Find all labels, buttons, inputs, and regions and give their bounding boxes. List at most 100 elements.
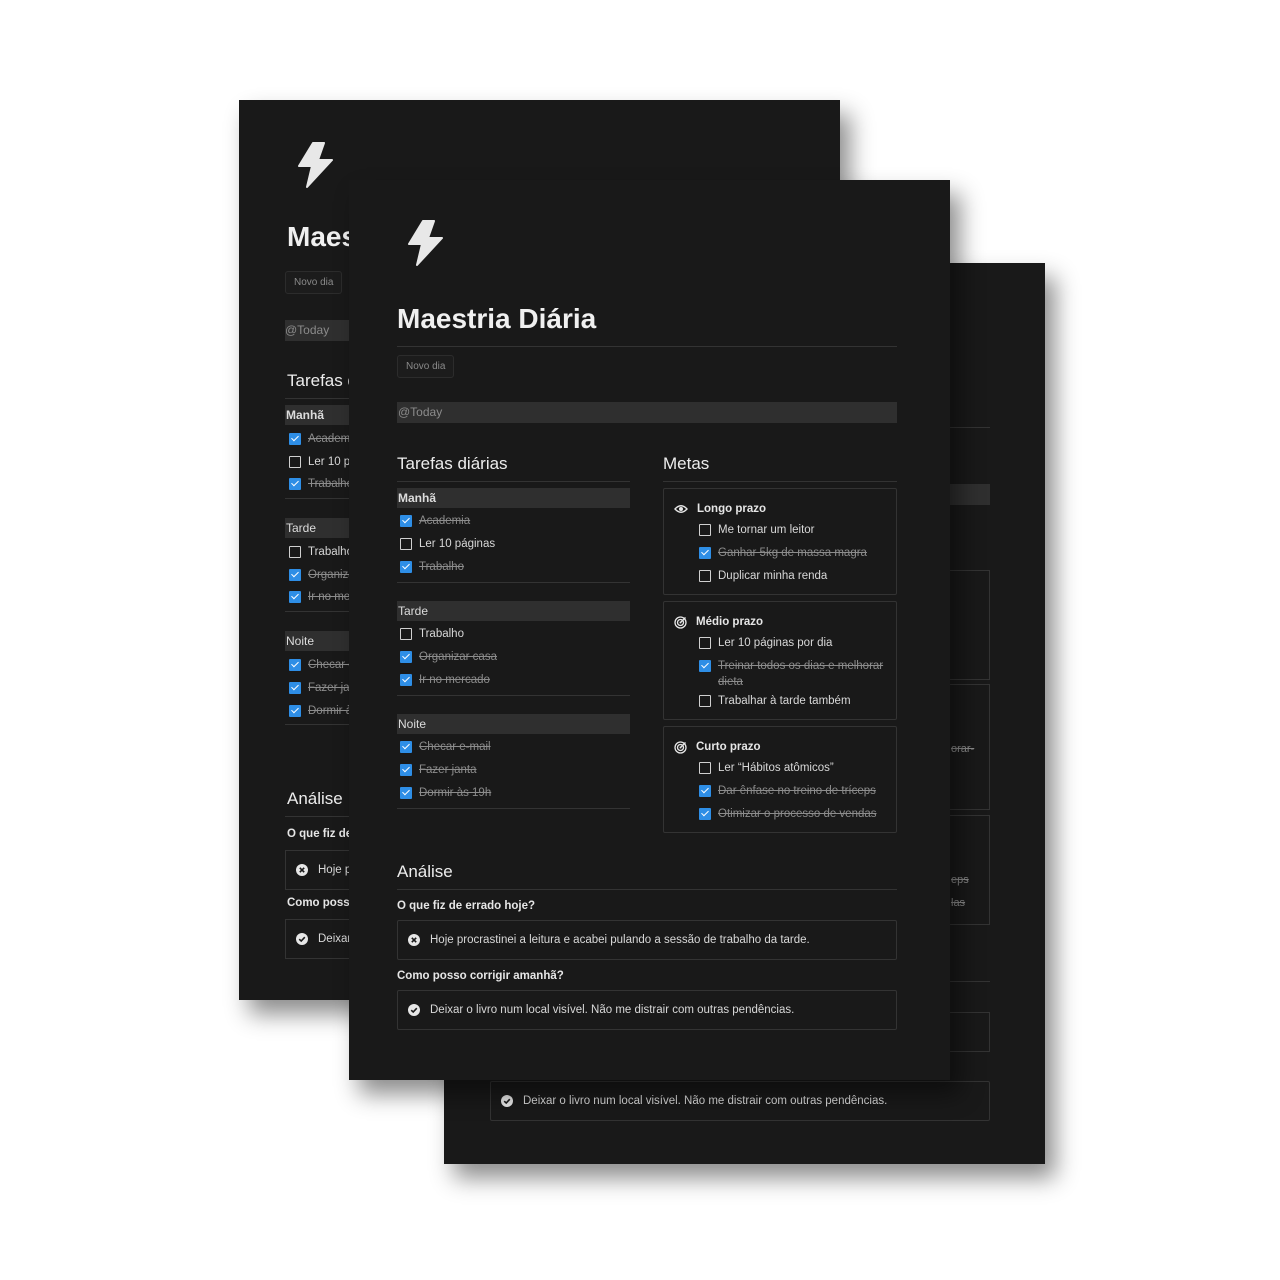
task-item[interactable]: Dormir às 19h (397, 781, 630, 804)
question-label: Como posso (287, 897, 357, 909)
goal-item[interactable]: Treinar todos os dias e melhorar dieta (674, 655, 886, 690)
goal-section-header: Médio prazo (674, 612, 886, 632)
daily-tasks-column: Tarefas diárias Manhã Academia Ler 10 pági… (397, 453, 630, 833)
answer-box[interactable]: Hoje procrastinei a leitura e acabei pul… (397, 920, 897, 960)
goal-section: Curto prazo Ler “Hábitos atômicos” Dar ênf… (663, 726, 897, 833)
task-item[interactable]: Trabalho (397, 555, 630, 578)
checkbox[interactable] (699, 695, 711, 707)
group-header: Noite (285, 631, 355, 651)
checkbox[interactable] (400, 514, 412, 527)
goal-label: Otimizar o processo de vendas (718, 808, 877, 820)
answer-box[interactable]: Deixar o livro num local visível. Não me… (397, 990, 897, 1030)
task-item[interactable]: Organiza (286, 563, 355, 586)
goal-item[interactable]: Ganhar 5kg de massa magra (674, 542, 886, 565)
section-heading-tasks: Tarefas diárias (397, 453, 630, 482)
group-header: Noite (397, 714, 630, 734)
task-label: Trabalho (419, 560, 464, 573)
checkbox[interactable] (699, 808, 711, 820)
divider (285, 816, 355, 817)
goal-item[interactable]: Ler “Hábitos atômicos” (674, 757, 886, 780)
task-item[interactable]: Trabalho (286, 472, 353, 495)
x-circle-icon (408, 934, 420, 946)
new-day-button[interactable]: Novo dia (397, 355, 455, 378)
goal-item[interactable]: Dar ênfase no treino de tríceps (674, 780, 886, 803)
task-item[interactable]: Fazer jan (286, 676, 356, 699)
task-item[interactable]: Ir no mercado (397, 668, 630, 691)
checkbox[interactable] (400, 627, 412, 640)
answer-text: Deixar o livro num local visível. Não me… (430, 1004, 795, 1016)
section-heading: Análise (287, 789, 343, 808)
group-header: Manhã (285, 405, 355, 425)
checkbox[interactable] (699, 524, 711, 536)
checkbox[interactable] (699, 637, 711, 649)
goal-label: Ler 10 páginas por dia (718, 637, 833, 649)
divider (397, 695, 630, 696)
goal-text-fragment: orar- (951, 743, 975, 755)
task-item[interactable]: Trabalho (286, 540, 353, 563)
goal-label: Ganhar 5kg de massa magra (718, 547, 867, 559)
goal-section: Longo prazo Me tornar um leitor Ganhar 5kg… (663, 488, 897, 595)
task-item[interactable]: Fazer janta (397, 758, 630, 781)
section-heading: Tarefas d (287, 371, 357, 390)
check-circle-icon (501, 1095, 513, 1107)
task-item[interactable]: Organizar casa (397, 645, 630, 668)
task-item[interactable]: Trabalho (397, 622, 630, 645)
checkbox[interactable] (699, 762, 711, 774)
divider (285, 398, 355, 399)
checkbox[interactable] (400, 763, 412, 776)
task-group: Tarde Trabalho Organizar casa Ir no mercado (397, 601, 630, 696)
task-label: Academia (419, 514, 471, 527)
page-card-front: Maestria Diária Novo dia @Today Tarefas … (349, 180, 950, 1080)
task-item[interactable]: Checar e-mail (397, 735, 630, 758)
section-heading-analysis: Análise (397, 861, 897, 890)
lightning-bolt-icon (298, 142, 333, 188)
answer-box-fragment (949, 1012, 990, 1052)
task-item[interactable]: Dormir à (286, 699, 352, 722)
task-item[interactable]: Ler 10 pá (286, 450, 357, 473)
task-label: Dormir às 19h (419, 786, 492, 799)
checkbox[interactable] (400, 537, 412, 550)
goal-label: Treinar todos os dias e melhorar dieta (718, 660, 884, 688)
checkbox[interactable] (400, 673, 412, 686)
task-label: Checar e-mail (419, 740, 491, 753)
answer-text: Hoje procrastinei a leitura e acabei pul… (430, 934, 810, 946)
checkbox[interactable] (699, 660, 711, 672)
task-item[interactable]: Academi (286, 427, 353, 450)
checkbox[interactable] (699, 785, 711, 797)
task-item[interactable]: Academia (397, 509, 630, 532)
goal-label: Trabalhar à tarde também (718, 695, 851, 707)
question-label: O que fiz de errado hoje? (397, 900, 536, 912)
task-item[interactable]: Checar e (286, 653, 355, 676)
goal-item[interactable]: Duplicar minha renda (674, 565, 886, 588)
goal-item[interactable]: Otimizar o processo de vendas (674, 803, 886, 826)
task-groups: Manhã Academia Ler 10 páginas Trabalho Tarde… (397, 488, 630, 809)
task-item[interactable]: Ir no me (286, 585, 350, 608)
new-day-button[interactable]: Novo dia (285, 271, 343, 294)
task-label: Ler 10 páginas (419, 537, 496, 550)
task-item[interactable]: Ler 10 páginas (397, 532, 630, 555)
checkbox[interactable] (699, 547, 711, 559)
checkbox[interactable] (699, 570, 711, 582)
goals-column: Metas Longo prazo Me tornar um leitor Ganh… (663, 453, 897, 833)
target-icon (674, 740, 687, 754)
section-heading-goals: Metas (663, 453, 897, 482)
checkbox[interactable] (400, 740, 412, 753)
lightning-bolt-icon (408, 220, 443, 266)
checkbox[interactable] (400, 650, 412, 663)
target-icon (674, 615, 687, 629)
checkbox[interactable] (400, 560, 412, 573)
goal-item[interactable]: Ler 10 páginas por dia (674, 632, 886, 655)
today-chip[interactable]: @Today (397, 402, 897, 423)
two-column-layout: Tarefas diárias Manhã Academia Ler 10 pági… (397, 453, 897, 833)
task-label: Fazer janta (419, 763, 477, 776)
answer-box-right: Deixar o livro num local visível. Não me… (490, 1081, 990, 1121)
divider (285, 724, 355, 725)
goal-item[interactable]: Me tornar um leitor (674, 519, 886, 542)
goal-label: Ler “Hábitos atômicos” (718, 762, 834, 774)
checkbox[interactable] (400, 786, 412, 799)
page-content: Maestria Diária Novo dia @Today Tarefas … (397, 220, 897, 1030)
today-chip: @Today (285, 320, 355, 341)
goal-section-header: Longo prazo (674, 499, 886, 519)
goal-box-fragment (949, 570, 990, 680)
goal-item[interactable]: Trabalhar à tarde também (674, 690, 886, 713)
